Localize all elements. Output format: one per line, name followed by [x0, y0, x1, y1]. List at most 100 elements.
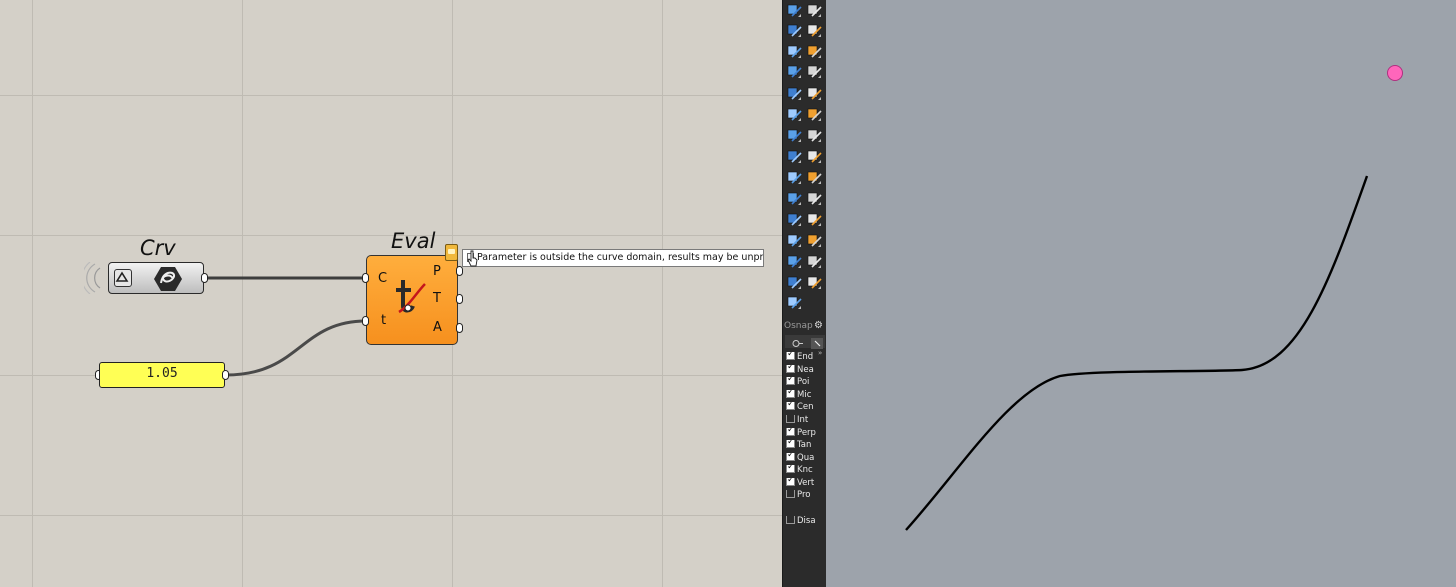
osnap-item-cen[interactable]: Cen	[786, 402, 826, 414]
osnap-checkbox[interactable]	[786, 440, 795, 448]
array-icon[interactable]	[786, 190, 803, 207]
wire-slider-to-t	[225, 319, 367, 377]
eval-component-label: Eval	[391, 229, 436, 253]
osnap-item-label: Mic	[797, 390, 812, 400]
osnap-title: Osnap	[784, 321, 813, 331]
osnap-disable-label: Disa	[797, 516, 816, 526]
input-label-c: C	[378, 271, 388, 286]
osnap-item-label: Knc	[797, 465, 813, 475]
rotate-icon[interactable]	[806, 148, 823, 165]
osnap-disable-checkbox[interactable]	[786, 516, 795, 524]
osnap-checkbox[interactable]	[786, 415, 795, 423]
sphere-icon[interactable]	[806, 43, 823, 60]
boolean-icon[interactable]	[786, 127, 803, 144]
crv-output-port[interactable]	[201, 273, 208, 283]
box-select-icon[interactable]	[786, 22, 803, 39]
rhino-viewport[interactable]	[826, 0, 1456, 587]
fillet-icon[interactable]	[806, 22, 823, 39]
render-material-icon[interactable]	[806, 274, 823, 291]
osnap-panel: Osnap ⚙ » EndNeaPoiMicCenIntPerpTanQuaKn…	[783, 318, 826, 587]
eval-output-port-p[interactable]	[456, 266, 463, 276]
surface-icon[interactable]	[806, 85, 823, 102]
input-label-t: t	[381, 313, 387, 328]
crv-component-label: Crv	[140, 236, 176, 260]
osnap-checkbox[interactable]	[786, 390, 795, 398]
curve-pick-icon[interactable]	[114, 269, 132, 287]
osnap-item-poi[interactable]: Poi	[786, 377, 826, 389]
cube-icon[interactable]	[786, 211, 803, 228]
osnap-item-vert[interactable]: Vert	[786, 478, 826, 490]
nurbs-curve	[905, 175, 1369, 531]
viewport-canvas	[905, 175, 1369, 531]
output-label-p: P	[433, 264, 441, 279]
osnap-tabs[interactable]	[785, 335, 825, 349]
osnap-item-label: Vert	[797, 478, 815, 488]
osnap-item-label: Nea	[797, 365, 814, 375]
explode-icon[interactable]	[786, 85, 803, 102]
warning-balloon-icon[interactable]	[445, 244, 458, 261]
osnap-item-label: Tan	[797, 440, 812, 450]
osnap-item-tan[interactable]: Tan	[786, 440, 826, 452]
osnap-checkbox[interactable]	[786, 428, 795, 436]
evaluated-point-marker[interactable]	[1387, 65, 1403, 81]
evaluate-curve-icon	[396, 280, 426, 314]
warning-tooltip: Parameter is outside the curve domain, r…	[462, 249, 764, 267]
eval-input-port-c[interactable]	[362, 273, 369, 283]
curve-icon[interactable]	[786, 148, 803, 165]
solid-box-icon[interactable]	[786, 43, 803, 60]
layer-icon[interactable]	[806, 232, 823, 249]
text-icon[interactable]	[786, 169, 803, 186]
osnap-checkbox[interactable]	[786, 352, 795, 360]
align-icon[interactable]	[806, 106, 823, 123]
light-icon[interactable]	[786, 294, 803, 311]
grasshopper-canvas[interactable]: Crv Eval C t P T A Parameter is outside …	[0, 0, 782, 587]
osnap-checkbox[interactable]	[786, 478, 795, 486]
grid-icon[interactable]	[786, 232, 803, 249]
osnap-checkbox[interactable]	[786, 377, 795, 385]
pipeline-icon[interactable]	[806, 211, 823, 228]
osnap-item-label: Int	[797, 415, 809, 425]
wireless-indicator-icon	[84, 262, 101, 294]
osnap-item-label: Perp	[797, 428, 816, 438]
number-slider[interactable]: 1.05	[99, 362, 225, 388]
osnap-item-label: Pro	[797, 490, 811, 500]
tooltip-text: Parameter is outside the curve domain, r…	[477, 252, 764, 263]
osnap-target-icon[interactable]	[786, 2, 803, 19]
eval-output-port-a[interactable]	[456, 323, 463, 333]
osnap-item-label: Qua	[797, 453, 815, 463]
arc-icon[interactable]	[806, 2, 823, 19]
render-icon[interactable]	[806, 63, 823, 80]
osnap-checkbox[interactable]	[786, 365, 795, 373]
curve-parameter-component[interactable]	[108, 262, 204, 294]
osnap-disable-row[interactable]: Disa	[786, 516, 826, 528]
shield-icon[interactable]	[786, 253, 803, 270]
osnap-item-label: Cen	[797, 402, 814, 412]
gumball-icon[interactable]	[806, 253, 823, 270]
gear-icon[interactable]: ⚙	[814, 321, 824, 331]
eval-input-port-t[interactable]	[362, 316, 369, 326]
osnap-checkbox[interactable]	[786, 402, 795, 410]
evaluate-curve-component[interactable]: C t P T A	[366, 255, 458, 345]
osnap-item-knc[interactable]: Knc	[786, 465, 826, 477]
group-icon[interactable]	[806, 127, 823, 144]
osnap-item-int[interactable]: Int	[786, 415, 826, 427]
trim-icon[interactable]	[806, 190, 823, 207]
osnap-item-nea[interactable]: Nea	[786, 365, 826, 377]
eval-output-port-t[interactable]	[456, 294, 463, 304]
dimension-icon[interactable]	[786, 106, 803, 123]
osnap-checkbox[interactable]	[786, 453, 795, 461]
osnap-item-mic[interactable]: Mic	[786, 390, 826, 402]
mouse-cursor-icon	[467, 250, 478, 267]
osnap-item-perp[interactable]: Perp	[786, 428, 826, 440]
osnap-item-pro[interactable]: Pro	[786, 490, 826, 502]
slider-output-port[interactable]	[222, 370, 229, 380]
osnap-item-end[interactable]: End	[786, 352, 826, 364]
osnap-checkbox[interactable]	[786, 490, 795, 498]
cylinder-icon[interactable]	[786, 63, 803, 80]
osnap-checkbox[interactable]	[786, 465, 795, 473]
output-label-a: A	[433, 320, 442, 335]
output-label-t: T	[433, 291, 441, 306]
check-icon[interactable]	[786, 274, 803, 291]
osnap-item-qua[interactable]: Qua	[786, 453, 826, 465]
scale-icon[interactable]	[806, 169, 823, 186]
